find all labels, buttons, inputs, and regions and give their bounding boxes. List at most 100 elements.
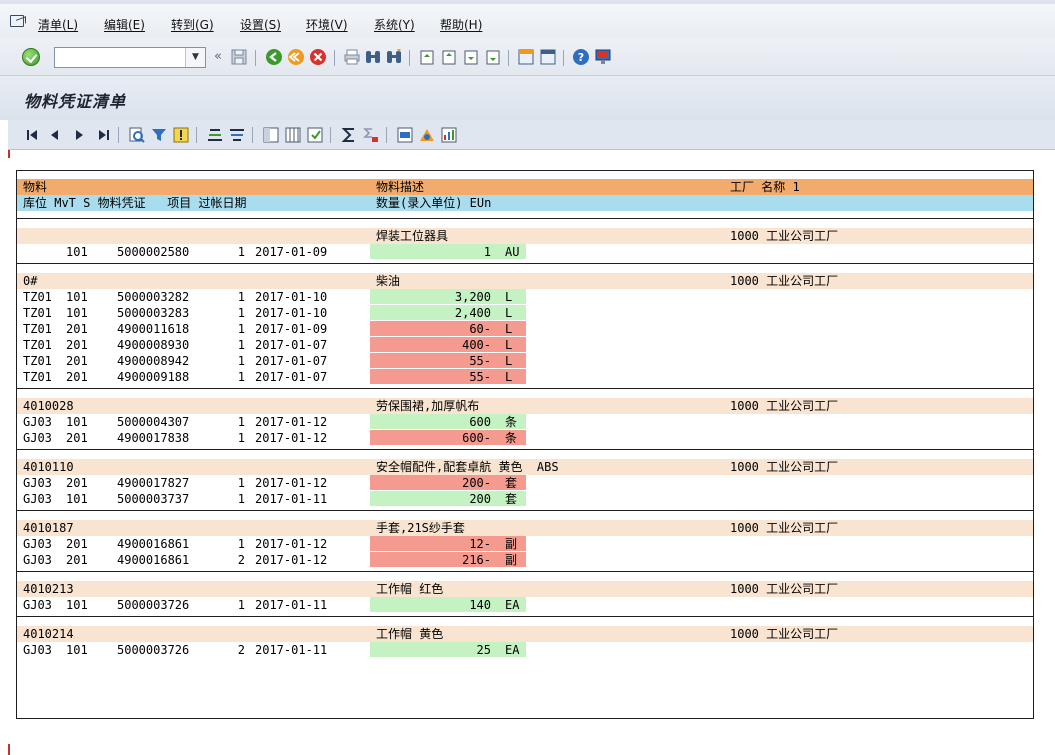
plant-name: 1000 工业公司工厂 xyxy=(730,399,839,413)
previous-page-icon[interactable] xyxy=(440,48,458,66)
sort-descending-icon[interactable] xyxy=(228,126,246,144)
document-line-row[interactable]: TZ01 201 4900008930 1 2017-01-07 400- L xyxy=(17,337,1033,353)
first-page-icon[interactable] xyxy=(418,48,436,66)
unit-of-entry: 副 xyxy=(505,553,518,567)
filter-icon[interactable] xyxy=(150,126,168,144)
header-columns: 库位 MvT S 物料凭证 项目 过帐日期 xyxy=(23,196,247,210)
save-layout-icon[interactable] xyxy=(306,126,324,144)
document-line-row[interactable]: GJ03 101 5000003726 2 2017-01-11 25 EA xyxy=(17,642,1033,658)
movement-type: 201 xyxy=(66,476,88,490)
sort-ascending-icon[interactable] xyxy=(206,126,224,144)
material-document: 5000003282 xyxy=(117,290,190,304)
document-line-row[interactable]: GJ03 201 4900017838 1 2017-01-12 600- 条 xyxy=(17,430,1033,446)
standard-toolbar: ▼ « ? xyxy=(0,38,1055,76)
command-input[interactable] xyxy=(55,48,183,67)
shortcut-icon[interactable] xyxy=(539,48,557,66)
marker xyxy=(8,744,10,755)
document-line-row[interactable]: GJ03 201 4900017827 1 2017-01-12 200- 套 xyxy=(17,475,1033,491)
list-header-row-1: 物料 物料描述 工厂 名称 1 xyxy=(17,179,1033,195)
next-page-icon[interactable] xyxy=(462,48,480,66)
document-line-row[interactable]: GJ03 201 4900016861 2 2017-01-12 216- 副 xyxy=(17,552,1033,568)
document-line-row[interactable]: TZ01 201 4900011618 1 2017-01-09 60- L xyxy=(17,321,1033,337)
export-icon[interactable] xyxy=(396,126,414,144)
document-line-row[interactable]: GJ03 101 5000003737 1 2017-01-11 200 套 xyxy=(17,491,1033,507)
next-icon[interactable] xyxy=(70,126,88,144)
print-icon[interactable] xyxy=(343,48,361,66)
find-icon[interactable] xyxy=(364,48,382,66)
menu-help[interactable]: 帮助(H) xyxy=(440,16,482,33)
total-icon[interactable] xyxy=(340,126,358,144)
document-line-row[interactable]: TZ01 201 4900008942 1 2017-01-07 55- L xyxy=(17,353,1033,369)
details-icon[interactable] xyxy=(128,126,146,144)
document-line-row[interactable]: TZ01 101 5000003283 1 2017-01-10 2,400 L xyxy=(17,305,1033,321)
material-group-row[interactable]: 4010187 手套,21S纱手套 1000 工业公司工厂 xyxy=(17,520,1033,536)
menu-system[interactable]: 系统(Y) xyxy=(374,16,415,33)
material-group-row[interactable]: 焊装工位器具 1000 工业公司工厂 xyxy=(17,228,1033,244)
quantity-value: 600 xyxy=(469,415,491,429)
menu-list[interactable]: 清单(L) xyxy=(38,16,78,33)
material-group-row[interactable]: 4010028 劳保围裙,加厚帆布 1000 工业公司工厂 xyxy=(17,398,1033,414)
unit-of-entry: 副 xyxy=(505,537,518,551)
storage-location: GJ03 xyxy=(23,537,52,551)
document-line-row[interactable]: GJ03 201 4900016861 1 2017-01-12 12- 副 xyxy=(17,536,1033,552)
save-icon[interactable] xyxy=(230,48,248,66)
graphic-icon[interactable] xyxy=(440,126,458,144)
unit-of-entry: EA xyxy=(505,598,520,612)
menu-bar: 清单(L) 编辑(E) 转到(G) 设置(S) 环境(V) 系统(Y) 帮助(H… xyxy=(0,0,1055,38)
back-icon[interactable] xyxy=(265,48,283,66)
quantity-value: 55- xyxy=(469,354,491,368)
document-line-row[interactable]: TZ01 101 5000003282 1 2017-01-10 3,200 L xyxy=(17,289,1033,305)
cancel-icon[interactable] xyxy=(309,48,327,66)
quantity-value: 400- xyxy=(462,338,491,352)
customize-layout-icon[interactable] xyxy=(594,48,612,66)
quantity-value: 55- xyxy=(469,370,491,384)
storage-location: GJ03 xyxy=(23,643,52,657)
material-document: 4900009188 xyxy=(117,370,190,384)
movement-type: 101 xyxy=(66,290,88,304)
material-group-row[interactable]: 4010214 工作帽 黄色 1000 工业公司工厂 xyxy=(17,626,1033,642)
quantity-value: 216- xyxy=(462,553,491,567)
header-plant-name: 工厂 名称 1 xyxy=(730,180,800,194)
menu-environment[interactable]: 环境(V) xyxy=(306,16,348,33)
material-group-row[interactable]: 0# 柴油 1000 工业公司工厂 xyxy=(17,273,1033,289)
previous-icon[interactable] xyxy=(46,126,64,144)
abc-analysis-icon[interactable] xyxy=(418,126,436,144)
document-line-row[interactable]: 101 5000002580 1 2017-01-09 1 AU xyxy=(17,244,1033,260)
unit-of-entry: L xyxy=(505,322,513,336)
collapse-chevron-icon[interactable]: « xyxy=(214,49,222,64)
enter-check-icon[interactable] xyxy=(22,48,40,66)
new-session-icon[interactable] xyxy=(517,48,535,66)
material-document: 4900017838 xyxy=(117,431,190,445)
last-page-icon[interactable] xyxy=(484,48,502,66)
movement-type: 201 xyxy=(66,431,88,445)
movement-type: 201 xyxy=(66,537,88,551)
document-line-row[interactable]: GJ03 101 5000003726 1 2017-01-11 140 EA xyxy=(17,597,1033,613)
posting-date: 2017-01-11 xyxy=(255,598,328,612)
menu-goto[interactable]: 转到(G) xyxy=(171,16,214,33)
quantity-value: 1 xyxy=(483,245,491,259)
last-icon[interactable] xyxy=(94,126,112,144)
change-layout-icon[interactable] xyxy=(284,126,302,144)
menu-edit[interactable]: 编辑(E) xyxy=(104,16,145,33)
exit-orange-icon[interactable] xyxy=(287,48,305,66)
help-icon[interactable]: ? xyxy=(572,48,590,66)
subtotal-icon[interactable] xyxy=(362,126,380,144)
document-line-row[interactable]: TZ01 201 4900009188 1 2017-01-07 55- L xyxy=(17,369,1033,385)
find-next-icon[interactable] xyxy=(385,48,403,66)
material-description: 手套,21S纱手套 xyxy=(376,521,465,535)
exception-icon[interactable] xyxy=(172,126,190,144)
material-group-row[interactable]: 4010213 工作帽 红色 1000 工业公司工厂 xyxy=(17,581,1033,597)
item-number: 1 xyxy=(237,338,245,352)
chevron-down-icon[interactable]: ▼ xyxy=(185,48,205,67)
select-layout-icon[interactable] xyxy=(262,126,280,144)
exit-icon[interactable] xyxy=(10,15,24,27)
quantity-value: 2,400 xyxy=(454,306,491,320)
command-field[interactable]: ▼ xyxy=(54,47,206,68)
menu-settings[interactable]: 设置(S) xyxy=(240,16,281,33)
unit-of-entry: L xyxy=(505,306,513,320)
material-description: 柴油 xyxy=(376,274,401,288)
document-line-row[interactable]: GJ03 101 5000004307 1 2017-01-12 600 条 xyxy=(17,414,1033,430)
first-icon[interactable] xyxy=(24,126,42,144)
material-group-row[interactable]: 4010110 安全帽配件,配套卓航 黄色 ABS 1000 工业公司工厂 xyxy=(17,459,1033,475)
posting-date: 2017-01-09 xyxy=(255,322,328,336)
